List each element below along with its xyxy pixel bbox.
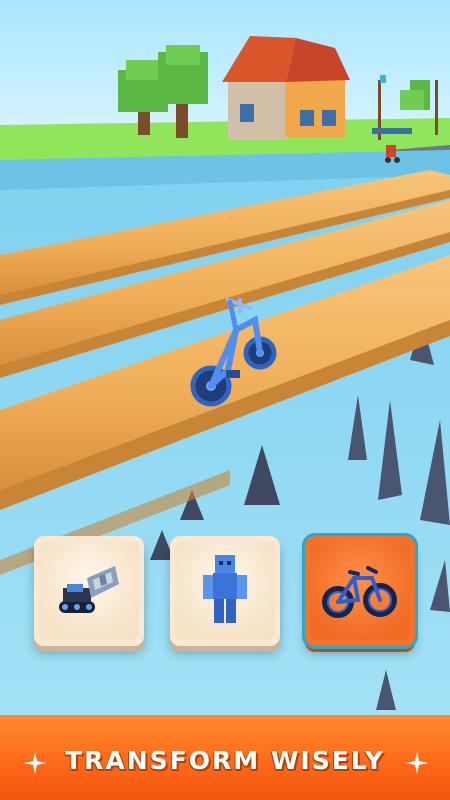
card-inner — [175, 542, 275, 640]
drill-tank-icon — [59, 566, 119, 613]
bicycle-icon — [322, 566, 397, 618]
robot-icon — [203, 555, 247, 623]
card-inner — [310, 542, 410, 640]
transform-card-drill-tank[interactable] — [34, 536, 144, 646]
sparkle-icon-right — [406, 752, 428, 774]
game-scene — [0, 0, 450, 800]
transform-card-bicycle[interactable] — [305, 536, 415, 646]
transform-card-robot[interactable] — [170, 536, 280, 646]
card-inner — [39, 542, 139, 640]
banner-title: TRANSFORM WISELY — [65, 746, 385, 775]
house — [222, 36, 350, 140]
